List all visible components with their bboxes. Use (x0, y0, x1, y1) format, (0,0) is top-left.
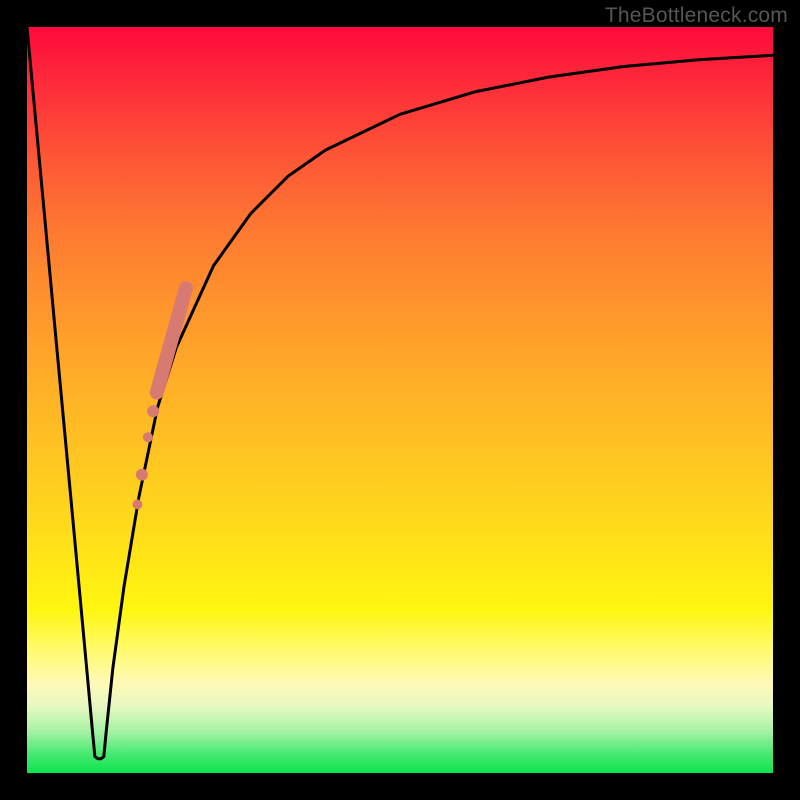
attribution-text: TheBottleneck.com (605, 4, 788, 28)
bottleneck-curve (27, 27, 773, 759)
plot-area (27, 27, 773, 773)
curve-marker-dot (136, 469, 148, 481)
curve-marker-dot (147, 405, 159, 417)
chart-frame: TheBottleneck.com (0, 0, 800, 800)
bottleneck-curve-svg (27, 27, 773, 773)
curve-marker-dot (132, 499, 142, 509)
curve-marker-segment (157, 288, 186, 392)
curve-marker-dot (143, 432, 153, 442)
marker-group (132, 288, 186, 509)
